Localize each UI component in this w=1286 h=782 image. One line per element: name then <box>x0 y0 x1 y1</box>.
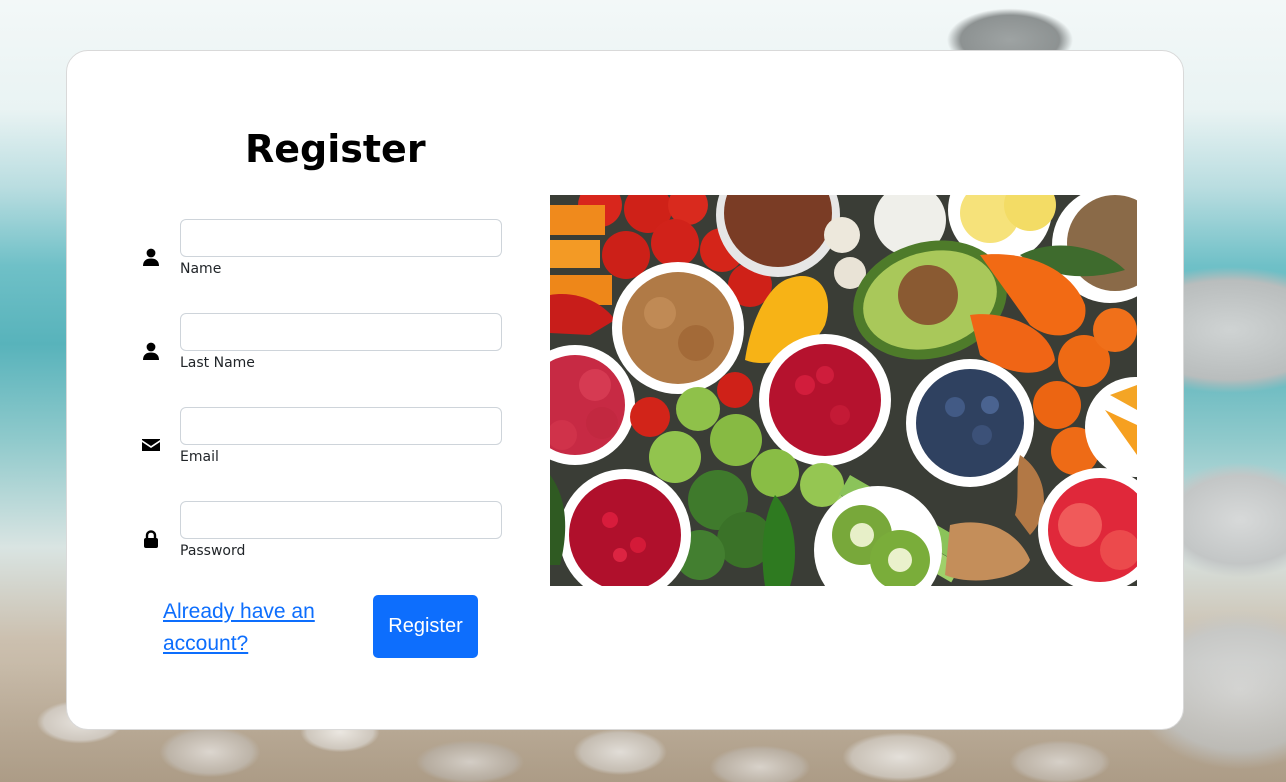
last-name-label: Last Name <box>180 355 255 371</box>
email-input[interactable] <box>180 407 502 445</box>
user-icon <box>141 341 161 361</box>
lock-icon <box>141 529 161 549</box>
user-icon <box>141 247 161 267</box>
name-field-group: Name <box>137 219 507 289</box>
login-link[interactable]: Already have an account? <box>163 596 333 660</box>
password-label: Password <box>180 543 246 559</box>
healthy-food-image <box>550 195 1137 586</box>
name-input[interactable] <box>180 219 502 257</box>
email-label: Email <box>180 449 219 465</box>
password-field-group: Password <box>137 501 507 571</box>
name-label: Name <box>180 261 222 277</box>
register-button[interactable]: Register <box>373 595 478 658</box>
last-name-input[interactable] <box>180 313 502 351</box>
envelope-icon <box>141 435 161 455</box>
page-title: Register <box>245 127 426 171</box>
last-name-field-group: Last Name <box>137 313 507 383</box>
register-card: Register Name Last Name Email Password A… <box>66 50 1184 730</box>
email-field-group: Email <box>137 407 507 477</box>
password-input[interactable] <box>180 501 502 539</box>
